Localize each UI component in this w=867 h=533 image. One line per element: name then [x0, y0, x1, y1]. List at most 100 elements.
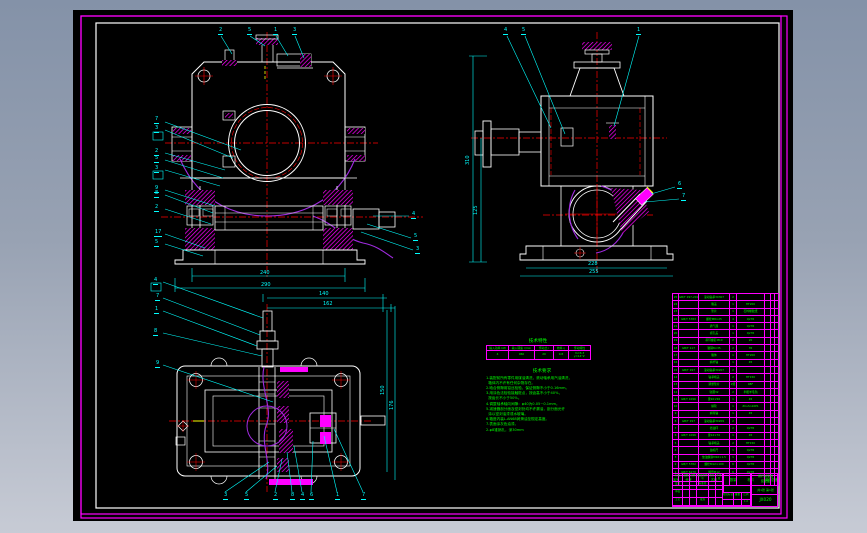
bom-cell: 键14×70 — [698, 431, 730, 440]
bom-cell: 轴承端盖 — [698, 373, 730, 382]
bom-cell: 蜗轮 — [698, 402, 730, 411]
title-block-cell: 处数 — [683, 474, 690, 482]
title-block-cell — [709, 482, 716, 490]
callout-label: 4 — [503, 27, 509, 35]
title-block-cell — [683, 482, 690, 490]
bom-cell: HT150 — [736, 438, 765, 448]
callout-label: 7 — [154, 116, 160, 124]
bom-row: 3 放油螺塞M16×1.5 1 Q235 — [672, 453, 779, 462]
bom-cell — [678, 351, 699, 360]
bom-cell — [774, 322, 779, 331]
bom-cell — [678, 402, 699, 411]
spec-cell: 20 — [534, 350, 554, 360]
bom-cell: 通气器 — [698, 322, 730, 331]
bom-cell: 1 — [729, 453, 737, 462]
bom-cell: 螺栓M8×25 — [698, 314, 730, 324]
note-line: 2-φ8锥销孔，深30mm — [486, 427, 524, 432]
bom-row: 23 垫片 1 石棉橡胶纸 — [672, 307, 779, 316]
bom-cell: Q235 — [736, 460, 765, 470]
callout-label: 3 — [223, 492, 229, 500]
bom-cell — [678, 380, 699, 389]
bom-cell — [678, 329, 699, 338]
title-block-cell: 标记 — [673, 474, 683, 482]
bom-cell: 2 — [729, 387, 737, 397]
bom-cell — [774, 446, 779, 455]
bom-cell: 45 — [736, 395, 765, 404]
bom-cell: 1 — [729, 329, 737, 338]
callout-label: 3 — [154, 125, 160, 133]
bom-cell: Q235 — [736, 424, 765, 433]
product-type: 装配图 — [760, 479, 770, 483]
cad-canvas: 2 5 1 3 7 3 2 5 3 9 8 2 17 5 4 5 3 240 290 4 5 1 6 7 310 125 228 25… — [73, 10, 793, 521]
bom-cell: 滚动轴承30209 — [698, 417, 730, 426]
spec-cell: 960 — [508, 350, 535, 360]
tech-notes-title: 技术要求 — [532, 369, 552, 374]
callout-label: 17 — [154, 229, 163, 237]
bom-cell: GB/T 5783 — [678, 314, 699, 324]
callout-label: 5 — [154, 155, 160, 163]
bom-row: 7 挡油环 2 Q235 — [672, 424, 779, 433]
bom-cell: 2 — [729, 292, 737, 302]
bom-cell: 滚动轴承30307 — [698, 292, 730, 302]
spec-table-grid: 输入功率 kW 输入转速 r/min 传动比 i 效率 η 传动特性 4 960 20 0.8 m… — [486, 344, 591, 360]
bom-cell: GB/T 5782 — [678, 460, 699, 470]
bom-cell — [678, 438, 699, 448]
bom-cell: 石棉橡胶纸 — [736, 307, 765, 316]
tech-notes-lines: 1.装配前所有零件用煤油清洗，滚动轴承用汽油清洗， 箱体内不许有任何杂物存在。 2… — [486, 376, 598, 433]
bom-cell: 1 — [729, 322, 737, 331]
bom-cell — [774, 365, 779, 375]
bom-cell: 2 — [729, 344, 737, 353]
title-block-cell — [683, 490, 690, 498]
callout-label: 7 — [681, 193, 687, 201]
bom-cell — [678, 453, 699, 462]
callout-label: 5 — [521, 27, 527, 35]
bom-cell: 锥销8×35 — [698, 344, 730, 353]
title-block-cell: 审核 — [673, 490, 683, 498]
title-block-sheet-info: 共1张 第1张 — [752, 486, 779, 495]
title-block-right: 蜗杆减速器 装配图 共1张 第1张 JX020 — [751, 474, 779, 506]
bom-cell: HT200 — [736, 300, 765, 309]
dimension-label: 255 — [589, 269, 599, 275]
bom-row: 22 GB/T 5783 螺栓M8×25 4 Q235 — [672, 314, 779, 324]
title-block-cell: 批准 — [697, 498, 709, 506]
title-block-cell: 年月日 — [716, 474, 723, 482]
callout-label: 1 — [335, 492, 341, 500]
spec-cell: m=6.3 γ=14°2′ — [568, 350, 591, 360]
title-block-scale-cell: 1:2 — [742, 499, 751, 506]
bom-cell: Q235 — [736, 329, 765, 338]
title-block-cell — [716, 498, 723, 506]
callout-label: 5 — [154, 239, 160, 247]
title-block-product: 蜗杆减速器 装配图 — [752, 474, 779, 486]
bom-cell — [774, 402, 779, 411]
bom-cell: 键10×56 — [698, 395, 730, 404]
bom-cell — [774, 373, 779, 382]
bom-cell: 2 — [729, 365, 737, 375]
title-block-cell: 工艺 — [673, 498, 683, 506]
title-block-cell — [690, 498, 697, 506]
bom-cell — [736, 365, 765, 375]
bom-cell: ZCuSn10P1 — [736, 402, 765, 411]
bom-row: 16 蜗杆轴 1 45 — [672, 358, 779, 367]
bom-cell — [774, 438, 779, 448]
bom-cell — [774, 409, 779, 419]
bom-cell — [678, 322, 699, 331]
bom-cell — [736, 292, 765, 302]
callout-label: 3 — [292, 27, 298, 35]
callout-label: 3 — [154, 165, 160, 173]
bom-cell: 1 — [729, 431, 737, 440]
bom-row: 24 箱盖 1 HT200 — [672, 300, 779, 309]
bom-cell — [678, 424, 699, 433]
bom-cell: 挡油环 — [698, 424, 730, 433]
bom-row: 4 油标尺 1 Q235 — [672, 446, 779, 455]
callout-label: 8 — [154, 190, 160, 198]
callout-label: 4 — [411, 211, 417, 219]
callout-label: 8 — [153, 328, 159, 336]
title-block-drawing-number: JX020 — [759, 497, 772, 502]
bom-row: 21 通气器 1 Q235 — [672, 322, 779, 331]
dimension-label: 290 — [261, 282, 271, 288]
bom-row: 8 GB/T 297 滚动轴承30209 2 — [672, 417, 779, 426]
bom-cell: 2 — [729, 417, 737, 426]
bom-row: 12 毡圈32 2 半粗羊毛毡 — [672, 387, 779, 397]
callout-label: 7 — [361, 492, 367, 500]
bom-cell — [678, 409, 699, 419]
